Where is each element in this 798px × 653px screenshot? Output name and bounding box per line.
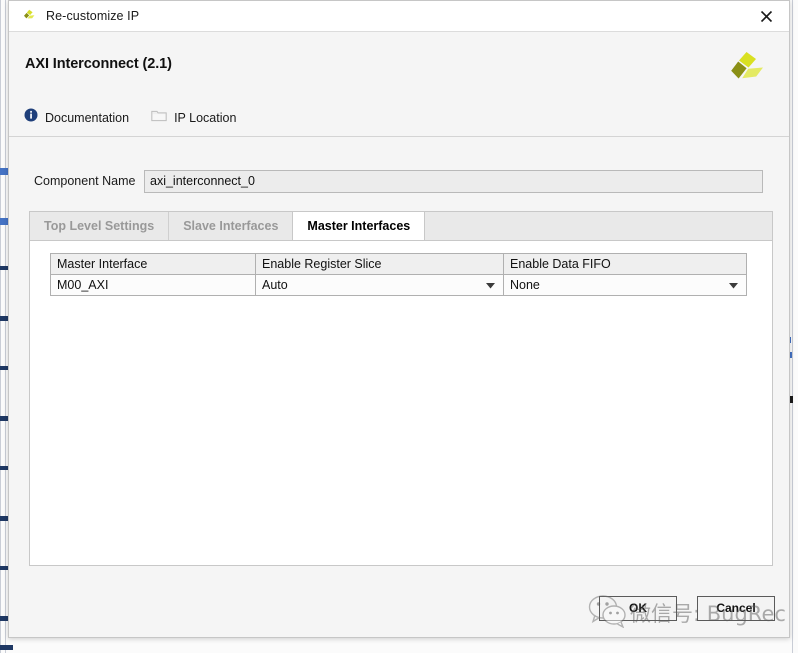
bg-rule bbox=[0, 0, 1, 653]
settings-tabwidget: Top Level Settings Slave Interfaces Mast… bbox=[29, 211, 773, 566]
dialog-title: Re-customize IP bbox=[46, 9, 140, 23]
component-name-row: Component Name bbox=[9, 169, 789, 193]
cell-enable-data-fifo[interactable]: None bbox=[503, 274, 747, 296]
dialog-body: Component Name Top Level Settings Slave … bbox=[9, 137, 789, 637]
register-slice-value: Auto bbox=[262, 278, 288, 292]
folder-icon bbox=[151, 109, 167, 127]
component-name-label: Component Name bbox=[34, 174, 136, 188]
vivado-pinwheel-icon bbox=[21, 8, 37, 24]
column-header-master-interface: Master Interface bbox=[50, 253, 256, 275]
chevron-down-icon bbox=[486, 278, 495, 292]
table-row: M00_AXI Auto None bbox=[50, 274, 747, 296]
data-fifo-combobox[interactable]: None bbox=[510, 278, 740, 292]
bg-rule bbox=[5, 0, 6, 653]
component-name-input[interactable] bbox=[144, 169, 763, 193]
chevron-down-icon bbox=[729, 278, 738, 292]
info-icon bbox=[24, 108, 38, 127]
column-header-enable-register-slice: Enable Register Slice bbox=[255, 253, 504, 275]
master-interfaces-table: Master Interface Enable Register Slice E… bbox=[50, 253, 747, 296]
dialog-button-bar: OK Cancel bbox=[599, 596, 775, 621]
ip-location-link[interactable]: IP Location bbox=[151, 109, 236, 127]
ok-button[interactable]: OK bbox=[599, 596, 677, 621]
tab-strip: Top Level Settings Slave Interfaces Mast… bbox=[29, 211, 773, 241]
ip-location-label: IP Location bbox=[174, 110, 237, 125]
cell-enable-register-slice[interactable]: Auto bbox=[255, 274, 504, 296]
dialog-titlebar: Re-customize IP bbox=[9, 1, 789, 32]
documentation-label: Documentation bbox=[45, 110, 130, 125]
column-header-enable-data-fifo: Enable Data FIFO bbox=[503, 253, 747, 275]
bg-rule bbox=[792, 0, 793, 653]
header-linkbar: Documentation IP Location bbox=[24, 108, 236, 127]
close-icon[interactable] bbox=[743, 1, 789, 31]
recustomize-ip-dialog: Re-customize IP AXI Interconnect (2.1) D… bbox=[8, 0, 790, 638]
tab-master-interfaces[interactable]: Master Interfaces bbox=[292, 212, 426, 241]
tab-slave-interfaces[interactable]: Slave Interfaces bbox=[169, 212, 294, 241]
page-title: AXI Interconnect (2.1) bbox=[25, 56, 172, 72]
cell-master-interface: M00_AXI bbox=[50, 274, 256, 296]
data-fifo-value: None bbox=[510, 278, 540, 292]
xilinx-pinwheel-logo bbox=[723, 48, 767, 92]
tab-top-level-settings[interactable]: Top Level Settings bbox=[30, 212, 170, 241]
documentation-link[interactable]: Documentation bbox=[24, 108, 129, 127]
dialog-header: AXI Interconnect (2.1) Documentation IP … bbox=[9, 32, 789, 137]
master-interfaces-panel: Master Interface Enable Register Slice E… bbox=[29, 240, 773, 566]
register-slice-combobox[interactable]: Auto bbox=[262, 278, 497, 292]
cancel-button[interactable]: Cancel bbox=[697, 596, 775, 621]
bg-artifact bbox=[0, 645, 13, 650]
table-header-row: Master Interface Enable Register Slice E… bbox=[50, 253, 747, 275]
